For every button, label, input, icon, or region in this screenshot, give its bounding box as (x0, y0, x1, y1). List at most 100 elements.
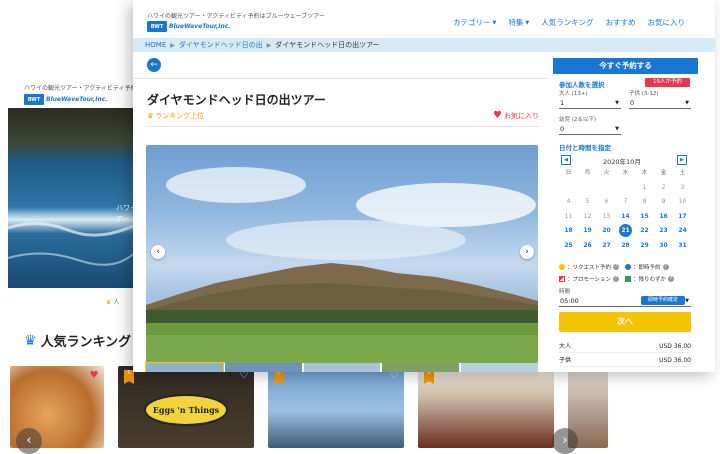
calendar-day[interactable]: 30 (654, 239, 673, 254)
heart-icon[interactable]: ♥ (88, 370, 100, 382)
calendar-day[interactable]: 20 (597, 224, 616, 239)
bg-badge-strip: ♛ 人 (106, 299, 120, 306)
calendar-prev-button[interactable]: ◀ (561, 155, 571, 165)
weekday-header: 木 (641, 170, 648, 176)
calendar-day[interactable]: 14 (616, 210, 635, 225)
child-select[interactable]: 0 ▼ (629, 97, 691, 109)
adult-label: 大人 (13+) (559, 91, 588, 97)
main-nav: カテゴリー ▼ 特集 ▼ 人気ランキング おすすめ お気に入り (453, 17, 685, 28)
bg-hero-waves (7, 222, 134, 266)
calendar-empty (597, 181, 616, 196)
legend-few-left: ：残りわずか ? (625, 275, 675, 283)
calendar-day: 12 (583, 212, 592, 220)
tour-main-photo (146, 145, 538, 363)
weekday-header: 月 (584, 170, 591, 176)
calendar-day[interactable]: 16 (654, 210, 673, 225)
price-row-adult: 大人 USD 36.00 (559, 341, 691, 353)
calendar-day: 6 (604, 198, 609, 205)
chevron-down-icon: ▼ (615, 126, 619, 132)
bg-tagline: ハワイの観光ツアー・アクティビティ予約は (24, 85, 143, 92)
carousel-prev-button[interactable]: ‹ (16, 428, 42, 454)
calendar-day[interactable]: 23 (654, 224, 673, 239)
breadcrumb-home[interactable]: HOME (145, 41, 166, 49)
diamond-head-image (146, 167, 538, 363)
help-icon[interactable]: ? (662, 264, 669, 270)
thumbnail[interactable] (145, 362, 224, 372)
nav-recommended[interactable]: おすすめ (606, 17, 636, 28)
ranking-card-steak[interactable]: 8 ♡ (418, 366, 554, 448)
price-row-child: 子供 USD 36.00 (559, 355, 691, 367)
bg-hero-image (7, 108, 134, 288)
book-now-header[interactable]: 今すぐ予約する (553, 58, 698, 74)
thumbnail[interactable] (303, 363, 381, 372)
nav-feature[interactable]: 特集 ▼ (508, 17, 529, 28)
chevron-down-icon: ▼ (492, 19, 497, 26)
calendar-day: 5 (585, 198, 590, 205)
few-left-icon (625, 276, 631, 282)
rank-badge-6: 6 (124, 370, 134, 384)
photo-thumbnails (145, 362, 538, 372)
calendar-month: 2020年10月 (603, 158, 641, 166)
chevron-down-icon: ▼ (685, 298, 689, 304)
calendar-day: 3 (680, 183, 685, 191)
logo-mark: BWT (147, 21, 167, 32)
infant-select[interactable]: 0 ▼ (559, 123, 621, 135)
calendar-day[interactable]: 27 (597, 239, 616, 254)
breadcrumb: HOME ▶ ダイヤモンドヘッド日の出 ▶ ダイヤモンドヘッド日の出ツアー (133, 38, 715, 52)
calendar-day[interactable]: 26 (578, 239, 597, 254)
carousel-next-button[interactable]: › (552, 428, 578, 454)
thumbnail[interactable] (382, 363, 460, 372)
bg-logo-mark: BWT (24, 94, 44, 105)
chevron-right-icon: ▶ (170, 41, 175, 49)
nav-category[interactable]: カテゴリー ▼ (453, 17, 496, 28)
calendar-day[interactable]: 31 (673, 239, 692, 254)
thumbnail[interactable] (224, 363, 302, 372)
calendar-day[interactable]: 28 (616, 239, 635, 254)
ranking-card-pearl-harbor[interactable]: 7 ♡ (268, 366, 404, 448)
weekday-header: 火 (603, 170, 610, 176)
tour-detail-page: ハワイの観光ツアー・アクティビティ予約はブルーウェーブツアー BWT BlueW… (133, 0, 715, 372)
help-icon[interactable]: ? (613, 264, 620, 270)
popular-badge: 19人が予約 (645, 78, 690, 87)
site-logo[interactable]: BWT BlueWaveTour,Inc. (147, 21, 231, 32)
heart-icon: ♥ (493, 110, 502, 121)
nav-ranking[interactable]: 人気ランキング (541, 17, 593, 28)
calendar-day[interactable]: 15 (635, 210, 654, 225)
calendar-day[interactable]: 19 (578, 224, 597, 239)
legend-instant: ：即時予約 ? (625, 263, 669, 271)
bg-logo[interactable]: BWT BlueWaveTour,Inc. (24, 94, 108, 105)
favorite-button[interactable]: ♥ お気に入り (493, 110, 539, 121)
photo-prev-button[interactable]: ‹ (151, 245, 165, 259)
calendar-day: 4 (566, 198, 571, 205)
calendar-day[interactable]: 24 (673, 224, 692, 239)
breadcrumb-category[interactable]: ダイヤモンドヘッド日の出 (179, 40, 263, 50)
back-button[interactable]: ← (147, 58, 161, 72)
photo-next-button[interactable]: › (520, 245, 534, 259)
calendar-day[interactable]: 22 (635, 224, 654, 239)
adult-select[interactable]: 1 ▼ (559, 97, 621, 109)
chevron-down-icon: ▼ (615, 100, 619, 106)
help-icon[interactable]: ? (668, 276, 675, 282)
help-icon[interactable]: ? (612, 276, 619, 282)
calendar-day[interactable]: 17 (673, 210, 692, 225)
calendar-day[interactable]: 25 (559, 239, 578, 254)
ranking-card-eggs-n-things[interactable]: 6 ♡ Eggs 'n Things (118, 366, 254, 448)
next-button[interactable]: 次へ (559, 312, 691, 332)
calendar-day[interactable]: 29 (635, 239, 654, 254)
legend-request: ：リクエスト予約 ? (559, 263, 620, 271)
weekday-header: 金 (660, 170, 667, 176)
nav-favorites[interactable]: お気に入り (648, 17, 686, 28)
calendar-day: 2 (661, 183, 666, 191)
ranking-badge: ♛ ランキング上位 (147, 112, 205, 120)
divider (147, 126, 539, 127)
calendar-day-selected[interactable]: 21 (616, 224, 635, 239)
calendar-day[interactable]: 18 (559, 224, 578, 239)
chevron-right-icon: ▶ (266, 41, 272, 49)
participants-title: 参加人数を選択 (559, 81, 605, 89)
calendar-next-button[interactable]: ▶ (677, 155, 687, 165)
thumbnail[interactable] (461, 363, 538, 372)
date-title: 日付と時間を指定 (559, 144, 611, 152)
legend-promo: ：プロモーション ? (559, 275, 619, 283)
calendar-empty (559, 181, 578, 196)
calendar-day: 13 (602, 212, 611, 220)
